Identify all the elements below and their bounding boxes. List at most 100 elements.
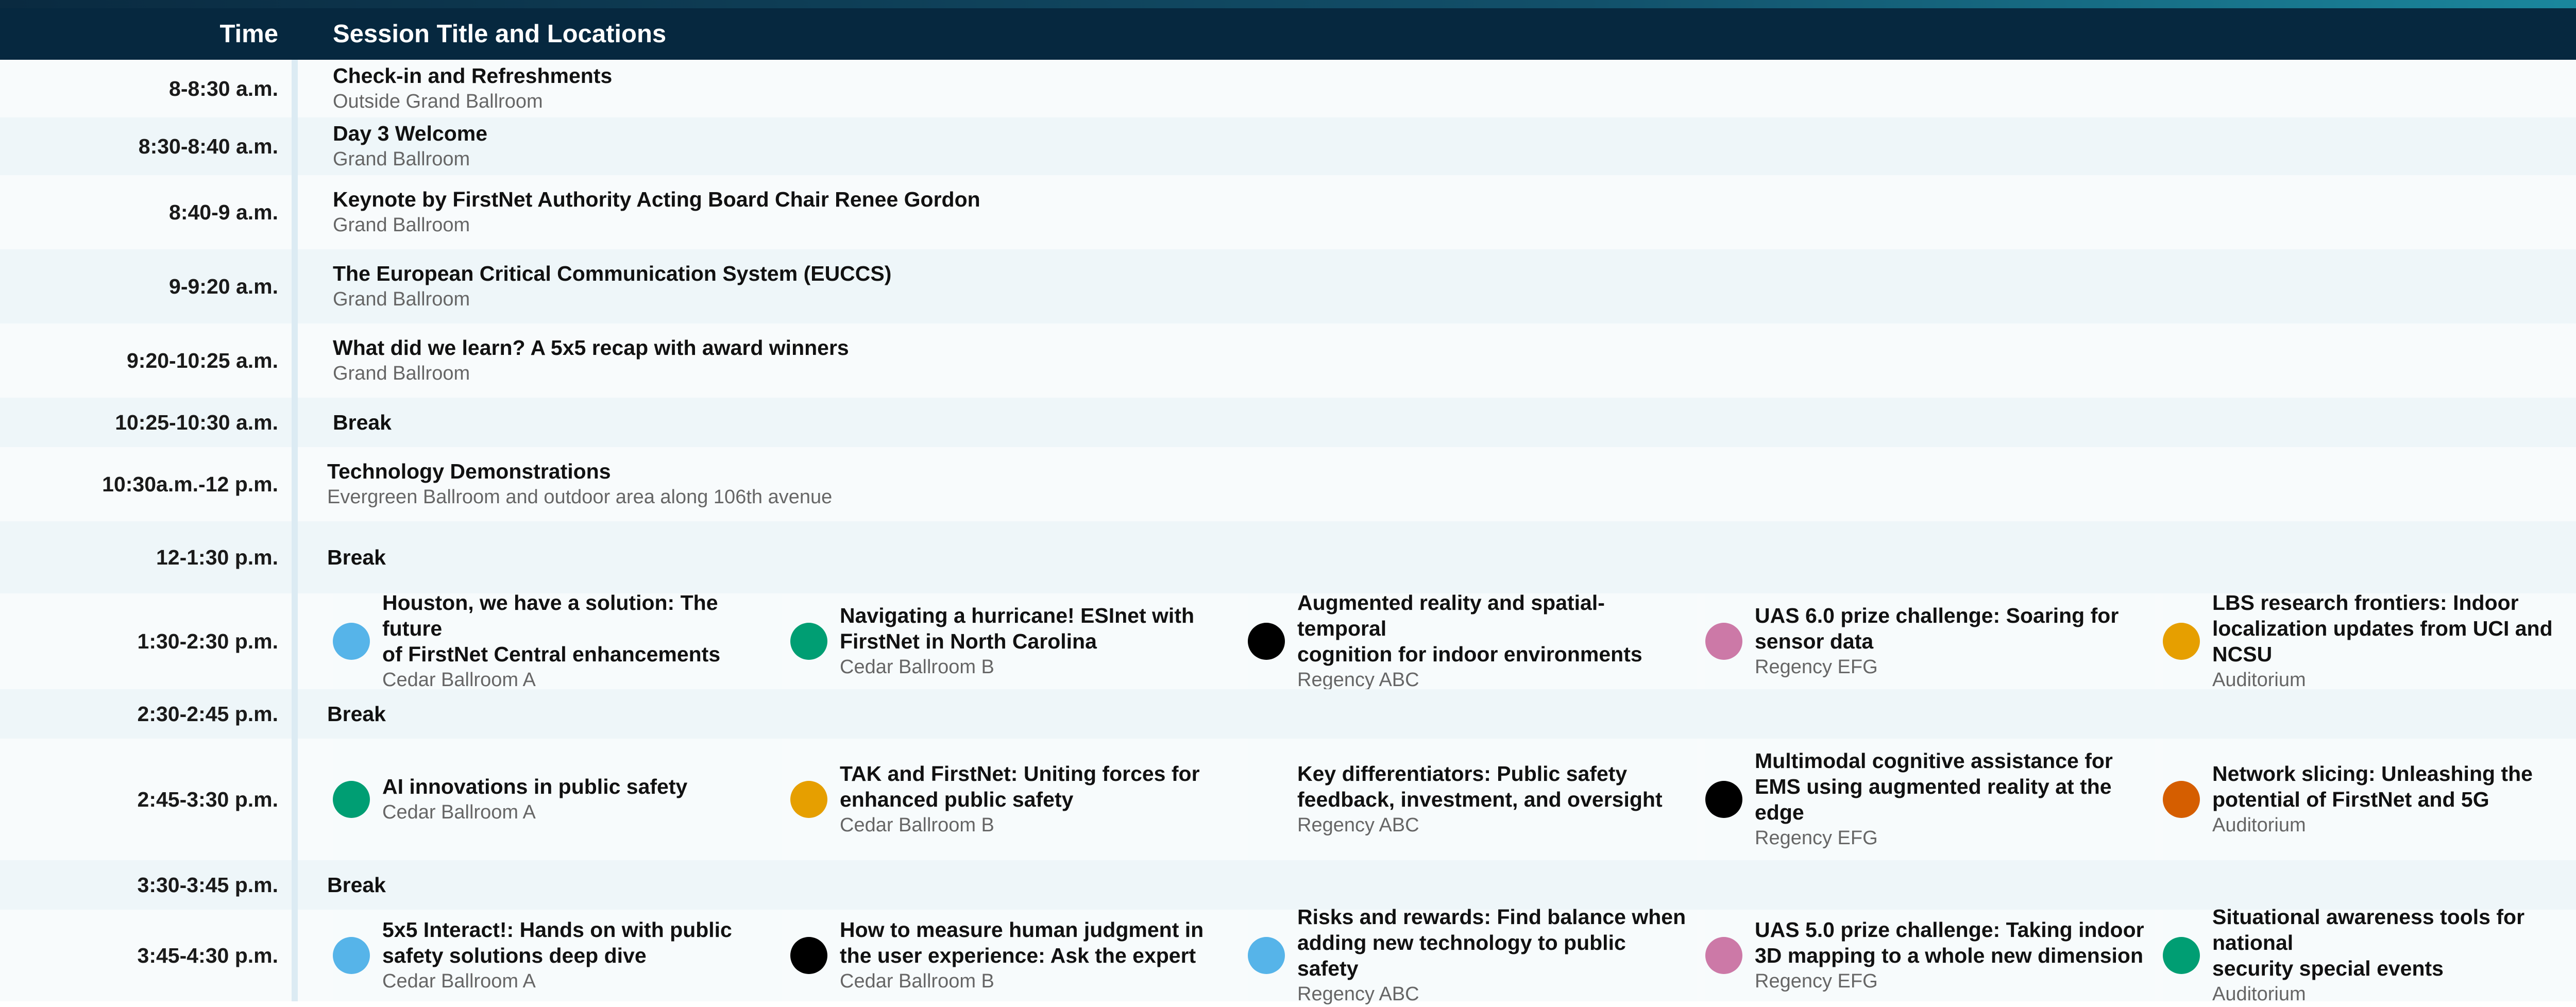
session-title-line: Risks and rewards: Find balance when bbox=[1297, 905, 1686, 929]
time-column-header: Time bbox=[219, 20, 278, 48]
session-title-line: Key differentiators: Public safety bbox=[1297, 762, 1628, 786]
break-label: Break bbox=[327, 702, 386, 726]
session-title-line: safety solutions deep dive bbox=[382, 944, 647, 967]
session-title-line: feedback, investment, and oversight bbox=[1297, 788, 1663, 811]
track-session[interactable]: Key differentiators: Public safety feedb… bbox=[1248, 739, 1697, 860]
session-info[interactable]: Day 3 Welcome Grand Ballroom bbox=[333, 117, 487, 175]
session-title: The European Critical Communication Syst… bbox=[333, 262, 892, 285]
schedule-row: 8:30-8:40 a.m. Day 3 Welcome Grand Ballr… bbox=[0, 117, 2576, 175]
session-title-line: security special events bbox=[2212, 957, 2444, 980]
session-info[interactable]: What did we learn? A 5x5 recap with awar… bbox=[333, 323, 849, 398]
session-title: Check-in and Refreshments bbox=[333, 64, 613, 88]
session-location: Evergreen Ballroom and outdoor area alon… bbox=[327, 486, 833, 508]
track-dot-icon bbox=[790, 937, 827, 974]
session-location: Regency EFG bbox=[1755, 827, 1878, 849]
session-title-line: 3D mapping to a whole new dimension bbox=[1755, 944, 2144, 967]
track-session[interactable]: TAK and FirstNet: Uniting forces for enh… bbox=[790, 739, 1240, 860]
session-info[interactable]: Technology Demonstrations Evergreen Ball… bbox=[327, 447, 832, 521]
track-session[interactable]: UAS 6.0 prize challenge: Soaring for sen… bbox=[1705, 593, 2155, 689]
schedule-header: Time Session Title and Locations bbox=[0, 8, 2576, 60]
session-title-line: localization updates from UCI and NCSU bbox=[2212, 617, 2553, 666]
track-session[interactable]: Navigating a hurricane! ESInet with Firs… bbox=[790, 593, 1240, 689]
session-title-line: UAS 6.0 prize challenge: Soaring for bbox=[1755, 604, 2119, 627]
session-title-line: sensor data bbox=[1755, 629, 1874, 653]
session-title-line: Network slicing: Unleashing the bbox=[2212, 762, 2533, 786]
track-dot-icon bbox=[1705, 623, 1742, 660]
row-time: 8-8:30 a.m. bbox=[169, 76, 278, 100]
session-column-header: Session Title and Locations bbox=[333, 20, 667, 48]
session-title-line: Multimodal cognitive assistance for bbox=[1755, 749, 2113, 773]
session-title-line: the user experience: Ask the expert bbox=[840, 944, 1196, 967]
track-dot-icon bbox=[790, 623, 827, 660]
session-title-line: Augmented reality and spatial-temporal bbox=[1297, 591, 1605, 640]
session-title-line: Houston, we have a solution: The future bbox=[382, 591, 718, 640]
row-time: 8:30-8:40 a.m. bbox=[138, 134, 278, 158]
track-dot-icon bbox=[333, 623, 370, 660]
row-time: 8:40-9 a.m. bbox=[169, 200, 278, 224]
session-title-line: UAS 5.0 prize challenge: Taking indoor bbox=[1755, 918, 2144, 942]
track-session[interactable]: Risks and rewards: Find balance when add… bbox=[1248, 905, 1697, 1005]
track-session[interactable]: LBS research frontiers: Indoor localizat… bbox=[2163, 591, 2576, 691]
row-time: 9:20-10:25 a.m. bbox=[126, 348, 278, 372]
schedule-row: 9-9:20 a.m. The European Critical Commun… bbox=[0, 249, 2576, 323]
track-dot-icon bbox=[1248, 937, 1285, 974]
schedule-row: 8-8:30 a.m. Check-in and Refreshments Ou… bbox=[0, 60, 2576, 117]
session-title-line: adding new technology to public safety bbox=[1297, 931, 1626, 980]
row-time: 12-1:30 p.m. bbox=[156, 545, 278, 569]
row-time: 2:30-2:45 p.m. bbox=[137, 702, 278, 726]
track-session[interactable]: Network slicing: Unleashing the potentia… bbox=[2163, 739, 2576, 860]
top-accent-bar bbox=[0, 0, 2576, 8]
row-time: 3:30-3:45 p.m. bbox=[137, 873, 278, 897]
session-title: Day 3 Welcome bbox=[333, 122, 488, 145]
row-time: 10:30a.m.-12 p.m. bbox=[102, 472, 278, 496]
track-dot-icon bbox=[1705, 781, 1742, 818]
break-row: 10:25-10:30 a.m. Break bbox=[0, 398, 2576, 447]
track-session[interactable]: AI innovations in public safety Cedar Ba… bbox=[333, 739, 782, 860]
session-title-line: AI innovations in public safety bbox=[382, 775, 688, 798]
break-row: 12-1:30 p.m. Break bbox=[0, 521, 2576, 593]
track-session[interactable]: Situational awareness tools for national… bbox=[2163, 905, 2576, 1005]
row-time: 9-9:20 a.m. bbox=[169, 274, 278, 298]
track-session[interactable]: 5x5 Interact!: Hands on with public safe… bbox=[333, 910, 782, 1001]
track-session[interactable]: How to measure human judgment in the use… bbox=[790, 910, 1240, 1001]
session-location: Auditorium bbox=[2212, 983, 2306, 1005]
track-dot-icon bbox=[790, 781, 827, 818]
session-title: What did we learn? A 5x5 recap with awar… bbox=[333, 336, 849, 360]
break-row: 2:30-2:45 p.m. Break bbox=[0, 689, 2576, 739]
track-dot-icon bbox=[2163, 781, 2200, 818]
session-location: Cedar Ballroom A bbox=[382, 970, 536, 992]
session-info[interactable]: Check-in and Refreshments Outside Grand … bbox=[333, 60, 612, 117]
session-location: Cedar Ballroom B bbox=[840, 970, 994, 992]
row-time: 10:25-10:30 a.m. bbox=[115, 410, 278, 434]
schedule-row: 10:30a.m.-12 p.m. Technology Demonstrati… bbox=[0, 447, 2576, 521]
track-dot-icon bbox=[2163, 937, 2200, 974]
track-session[interactable]: Houston, we have a solution: The future … bbox=[333, 591, 782, 691]
session-title-line: Navigating a hurricane! ESInet with bbox=[840, 604, 1195, 627]
timeline-divider bbox=[292, 60, 298, 1001]
session-title-line: Situational awareness tools for national bbox=[2212, 905, 2525, 954]
session-info[interactable]: Keynote by FirstNet Authority Acting Boa… bbox=[333, 175, 980, 249]
session-title-line: potential of FirstNet and 5G bbox=[2212, 788, 2489, 811]
track-session[interactable]: Multimodal cognitive assistance for EMS … bbox=[1705, 739, 2155, 860]
track-dot-icon bbox=[1705, 937, 1742, 974]
row-time: 1:30-2:30 p.m. bbox=[137, 629, 278, 653]
row-time: 3:45-4:30 p.m. bbox=[137, 943, 278, 967]
session-location: Grand Ballroom bbox=[333, 288, 470, 310]
session-title-line: 5x5 Interact!: Hands on with public bbox=[382, 918, 732, 942]
session-title: Keynote by FirstNet Authority Acting Boa… bbox=[333, 187, 980, 211]
session-location: Cedar Ballroom B bbox=[840, 656, 994, 678]
row-time: 2:45-3:30 p.m. bbox=[137, 787, 278, 811]
break-label: Break bbox=[327, 873, 386, 897]
track-dot-icon bbox=[2163, 623, 2200, 660]
session-title-line: edge bbox=[1755, 800, 1804, 824]
schedule-row: 9:20-10:25 a.m. What did we learn? A 5x5… bbox=[0, 323, 2576, 398]
track-session[interactable]: UAS 5.0 prize challenge: Taking indoor 3… bbox=[1705, 910, 2155, 1001]
session-location: Cedar Ballroom A bbox=[382, 801, 536, 823]
session-title-line: of FirstNet Central enhancements bbox=[382, 642, 721, 666]
break-label: Break bbox=[333, 410, 392, 434]
session-location: Cedar Ballroom B bbox=[840, 814, 994, 836]
session-info[interactable]: The European Critical Communication Syst… bbox=[333, 249, 891, 323]
track-session[interactable]: Augmented reality and spatial-temporal c… bbox=[1248, 591, 1697, 691]
track-row: 2:45-3:30 p.m. AI innovations in public … bbox=[0, 739, 2576, 860]
session-location: Auditorium bbox=[2212, 814, 2306, 836]
